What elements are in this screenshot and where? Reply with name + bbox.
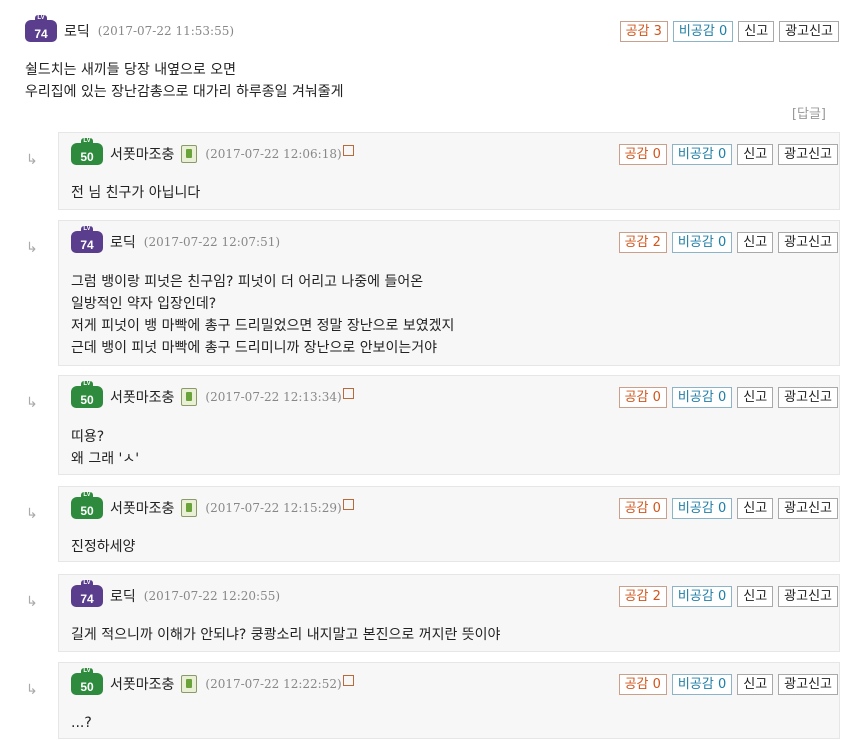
comment-body: 전 님 친구가 아닙니다 [71,185,201,201]
report-button[interactable]: 신고 [737,673,774,695]
comment-header: 74 로딕 (2017-07-22 12:20:55) 공감 2 비공감 0 신… [71,580,839,609]
reply-arrow-icon: ↳ [26,594,38,610]
reply-arrow-icon: ↳ [26,152,38,168]
comment-body: 띠용? 왜 그래 'ㅅ' [71,429,140,467]
ad-report-button[interactable]: 광고신고 [778,673,838,695]
report-button[interactable]: 신고 [737,497,774,519]
reply-box: 50 서폿마조충 (2017-07-22 12:22:52) 공감 0 비공감 … [58,662,840,739]
like-button[interactable]: 공감 2 [618,231,667,253]
level-badge-icon: 50 [71,381,103,408]
level-badge-icon: 50 [71,668,103,695]
comment-actions: 공감 2 비공감 0 신고 광고신고 [618,231,838,253]
comment-date: (2017-07-22 12:20:55) [143,589,281,603]
mobile-phone-icon [181,675,198,693]
reply-box: 50 서폿마조충 (2017-07-22 12:06:18) 공감 0 비공감 … [58,132,840,210]
comment-date: (2017-07-22 12:13:34) [205,390,342,404]
comment-date: (2017-07-22 12:06:18) [205,147,342,161]
reply-comment: ↳ 74 로딕 (2017-07-22 12:20:55) 공감 2 비공감 0… [0,574,850,654]
reply-link[interactable]: [답글] [792,103,826,122]
ad-report-button[interactable]: 광고신고 [778,143,838,165]
like-button[interactable]: 공감 0 [618,673,667,695]
author-nick[interactable]: 서폿마조충 [110,144,174,164]
level-badge-icon: 74 [25,15,57,42]
comment-date: (2017-07-22 12:22:52) [205,677,342,691]
comment-header: 74 로딕 (2017-07-22 12:07:51) 공감 2 비공감 0 신… [71,226,839,255]
reply-comment: ↳ 50 서폿마조충 (2017-07-22 12:13:34) 공감 0 비공… [0,375,850,477]
like-button[interactable]: 공감 2 [618,585,667,607]
report-button[interactable]: 신고 [738,20,775,42]
comment-actions: 공감 0 비공감 0 신고 광고신고 [618,143,838,165]
comment-body: 쉴드치는 새끼들 당장 내옆으로 오면 우리집에 있는 장난감총으로 대가리 하… [25,62,344,100]
reply-arrow-icon: ↳ [26,506,38,522]
reply-arrow-icon: ↳ [26,240,38,256]
report-button[interactable]: 신고 [737,143,774,165]
comment-body: ...? [71,715,92,731]
dislike-button[interactable]: 비공감 0 [672,20,734,42]
dislike-button[interactable]: 비공감 0 [671,231,733,253]
delete-icon[interactable] [342,498,354,510]
dislike-button[interactable]: 비공감 0 [671,386,733,408]
comment-body: 길게 적으니까 이해가 안되냐? 쿵쾅소리 내지말고 본진으로 꺼지란 뜻이야 [71,627,501,643]
like-button[interactable]: 공감 0 [618,386,667,408]
report-button[interactable]: 신고 [737,231,774,253]
reply-box: 50 서폿마조충 (2017-07-22 12:15:29) 공감 0 비공감 … [58,486,840,562]
ad-report-button[interactable]: 광고신고 [778,585,838,607]
mobile-phone-icon [181,145,198,163]
comment-date: (2017-07-22 12:15:29) [205,501,342,515]
level-badge-icon: 50 [71,492,103,519]
like-button[interactable]: 공감 0 [618,497,667,519]
author-nick[interactable]: 서폿마조충 [110,674,174,694]
reply-comment: ↳ 74 로딕 (2017-07-22 12:07:51) 공감 2 비공감 0… [0,220,850,366]
reply-box: 50 서폿마조충 (2017-07-22 12:13:34) 공감 0 비공감 … [58,375,840,475]
comment-actions: 공감 3 비공감 0 신고 광고신고 [619,20,839,42]
author-nick[interactable]: 로딕 [64,21,90,41]
level-badge-icon: 50 [71,138,103,165]
ad-report-button[interactable]: 광고신고 [778,386,838,408]
dislike-button[interactable]: 비공감 0 [671,585,733,607]
report-button[interactable]: 신고 [737,585,774,607]
like-button[interactable]: 공감 0 [618,143,667,165]
reply-box: 74 로딕 (2017-07-22 12:20:55) 공감 2 비공감 0 신… [58,574,840,652]
comment-actions: 공감 0 비공감 0 신고 광고신고 [618,673,838,695]
reply-arrow-icon: ↳ [26,395,38,411]
mobile-phone-icon [181,388,198,406]
comment-header: 50 서폿마조충 (2017-07-22 12:22:52) 공감 0 비공감 … [71,668,839,697]
comment-actions: 공감 0 비공감 0 신고 광고신고 [618,386,838,408]
comment-date: (2017-07-22 11:53:55) [97,24,235,38]
reply-comment: ↳ 50 서폿마조충 (2017-07-22 12:15:29) 공감 0 비공… [0,486,850,564]
comment-header: 74 로딕 (2017-07-22 11:53:55) 공감 3 비공감 0 신… [25,15,850,44]
ad-report-button[interactable]: 광고신고 [779,20,839,42]
reply-box: 74 로딕 (2017-07-22 12:07:51) 공감 2 비공감 0 신… [58,220,840,366]
reply-comment: ↳ 50 서폿마조충 (2017-07-22 12:22:52) 공감 0 비공… [0,662,850,740]
comment-body: 진정하세양 [71,539,136,555]
level-badge-icon: 74 [71,226,103,253]
author-nick[interactable]: 서폿마조충 [110,498,174,518]
reply-arrow-icon: ↳ [26,682,38,698]
mobile-phone-icon [181,499,198,517]
author-nick[interactable]: 로딕 [110,586,136,606]
delete-icon[interactable] [342,387,354,399]
report-button[interactable]: 신고 [737,386,774,408]
comment-header: 50 서폿마조충 (2017-07-22 12:15:29) 공감 0 비공감 … [71,492,839,521]
ad-report-button[interactable]: 광고신고 [778,231,838,253]
dislike-button[interactable]: 비공감 0 [671,497,733,519]
root-comment: 74 로딕 (2017-07-22 11:53:55) 공감 3 비공감 0 신… [0,0,850,128]
like-button[interactable]: 공감 3 [619,20,668,42]
comment-header: 50 서폿마조충 (2017-07-22 12:13:34) 공감 0 비공감 … [71,381,839,410]
comment-actions: 공감 2 비공감 0 신고 광고신고 [618,585,838,607]
ad-report-button[interactable]: 광고신고 [778,497,838,519]
author-nick[interactable]: 서폿마조충 [110,387,174,407]
level-badge-icon: 74 [71,580,103,607]
comment-date: (2017-07-22 12:07:51) [143,235,281,249]
comment-actions: 공감 0 비공감 0 신고 광고신고 [618,497,838,519]
author-nick[interactable]: 로딕 [110,232,136,252]
dislike-button[interactable]: 비공감 0 [671,143,733,165]
dislike-button[interactable]: 비공감 0 [671,673,733,695]
comment-header: 50 서폿마조충 (2017-07-22 12:06:18) 공감 0 비공감 … [71,138,839,167]
delete-icon[interactable] [342,144,354,156]
reply-comment: ↳ 50 서폿마조충 (2017-07-22 12:06:18) 공감 0 비공… [0,132,850,212]
delete-icon[interactable] [342,674,354,686]
comment-body: 그럼 뱅이랑 피넛은 친구임? 피넛이 더 어리고 나중에 들어온 일방적인 약… [71,274,455,356]
